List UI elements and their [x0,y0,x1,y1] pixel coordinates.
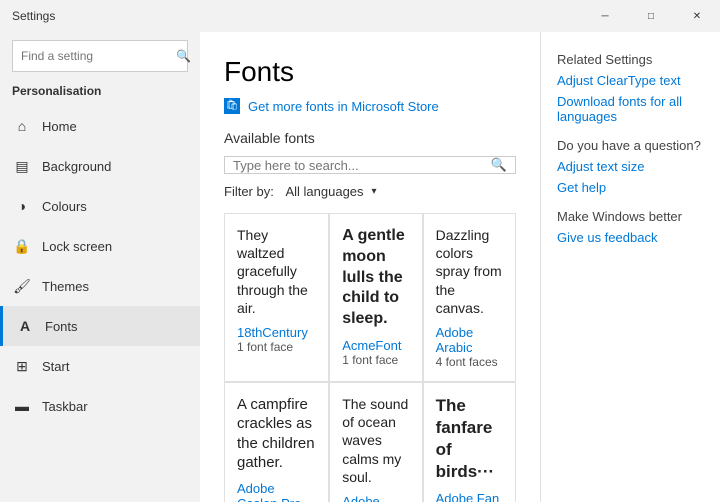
content-area: Fonts 🛍 Get more fonts in Microsoft Stor… [200,32,540,502]
font-faces: 4 font faces [436,355,503,369]
home-icon: ⌂ [12,118,32,134]
titlebar: Settings ─ □ ✕ [0,0,720,32]
search-box[interactable]: 🔍 [12,40,188,72]
start-icon: ⊞ [12,358,32,375]
store-link-text: Get more fonts in Microsoft Store [248,99,439,114]
font-name[interactable]: Adobe Devanagari [342,494,409,502]
font-faces: 1 font face [237,340,316,354]
app-body: 🔍 Personalisation ⌂ Home ▤ Background ◑ … [0,32,720,502]
question-label: Do you have a question? [557,138,704,153]
sidebar-item-label: Start [42,359,69,374]
font-card-2[interactable]: Dazzling colors spray from the canvas. A… [423,213,516,382]
related-settings-label: Related Settings [557,52,704,67]
sidebar-item-home[interactable]: ⌂ Home [0,106,200,146]
sidebar-item-label: Themes [42,279,89,294]
font-name[interactable]: Adobe Fan Heiti Std [436,491,503,502]
right-panel: Related Settings Adjust ClearType text D… [540,32,720,502]
chevron-down-icon: ▾ [372,186,377,197]
store-icon: 🛍 [224,98,240,114]
themes-icon: 🖌 [12,278,32,295]
sidebar-item-label: Fonts [45,319,78,334]
font-name[interactable]: Adobe Arabic [436,325,503,355]
store-link[interactable]: 🛍 Get more fonts in Microsoft Store [224,98,516,114]
filter-row: Filter by: All languages ▾ [224,184,516,199]
sidebar-item-label: Lock screen [42,239,112,254]
make-windows-better-label: Make Windows better [557,209,704,224]
font-preview: A gentle moon lulls the child to sleep. [342,226,409,330]
filter-dropdown[interactable]: All languages ▾ [285,184,380,199]
get-help-link[interactable]: Get help [557,180,704,195]
sidebar-item-themes[interactable]: 🖌 Themes [0,266,200,306]
sidebar-item-label: Colours [42,199,87,214]
sidebar-item-start[interactable]: ⊞ Start [0,346,200,386]
font-faces: 1 font face [342,353,409,367]
sidebar-item-background[interactable]: ▤ Background [0,146,200,186]
sidebar-nav: ⌂ Home ▤ Background ◑ Colours 🔒 Lock scr… [0,106,200,502]
titlebar-title: Settings [12,9,55,23]
font-name[interactable]: Adobe Caslon Pro [237,481,316,502]
background-icon: ▤ [12,158,32,175]
font-name[interactable]: AcmeFont [342,338,409,353]
sidebar-item-colours[interactable]: ◑ Colours [0,186,200,226]
give-feedback-link[interactable]: Give us feedback [557,230,704,245]
fonts-icon: A [15,318,35,334]
font-card-0[interactable]: They waltzed gracefully through the air.… [224,213,329,382]
lock-icon: 🔒 [12,238,32,255]
sidebar-item-fonts[interactable]: A Fonts [0,306,200,346]
maximize-button[interactable]: □ [628,0,674,32]
close-button[interactable]: ✕ [674,0,720,32]
filter-label: Filter by: [224,184,274,199]
font-preview: The sound of ocean waves calms my soul. [342,395,409,486]
sidebar: 🔍 Personalisation ⌂ Home ▤ Background ◑ … [0,32,200,502]
font-preview: Dazzling colors spray from the canvas. [436,226,503,317]
font-preview: The fanfare of birds··· [436,395,503,483]
sidebar-item-label: Taskbar [42,399,88,414]
sidebar-section-label: Personalisation [0,80,200,106]
titlebar-controls: ─ □ ✕ [582,0,720,32]
search-fonts-input[interactable] [233,158,491,173]
filter-value: All languages [285,184,363,199]
font-preview: They waltzed gracefully through the air. [237,226,316,317]
sidebar-item-label: Background [42,159,111,174]
adjust-text-size-link[interactable]: Adjust text size [557,159,704,174]
search-fonts-box[interactable]: 🔍 [224,156,516,174]
minimize-button[interactable]: ─ [582,0,628,32]
sidebar-item-label: Home [42,119,77,134]
font-card-1[interactable]: A gentle moon lulls the child to sleep. … [329,213,422,382]
font-card-4[interactable]: The sound of ocean waves calms my soul. … [329,382,422,502]
font-card-5[interactable]: The fanfare of birds··· Adobe Fan Heiti … [423,382,516,502]
sidebar-item-taskbar[interactable]: ▬ Taskbar [0,386,200,426]
search-icon: 🔍 [176,49,191,63]
font-grid: They waltzed gracefully through the air.… [224,213,516,502]
font-name[interactable]: 18thCentury [237,325,316,340]
page-title: Fonts [224,56,516,88]
colours-icon: ◑ [12,198,32,214]
search-fonts-icon: 🔍 [491,157,507,173]
available-fonts-label: Available fonts [224,130,516,146]
sidebar-item-lock-screen[interactable]: 🔒 Lock screen [0,226,200,266]
download-fonts-link[interactable]: Download fonts for all languages [557,94,704,124]
find-setting-input[interactable] [21,49,176,63]
font-card-3[interactable]: A campfire crackles as the children gath… [224,382,329,502]
taskbar-icon: ▬ [12,398,32,414]
font-preview: A campfire crackles as the children gath… [237,395,316,473]
adjust-cleartype-link[interactable]: Adjust ClearType text [557,73,704,88]
